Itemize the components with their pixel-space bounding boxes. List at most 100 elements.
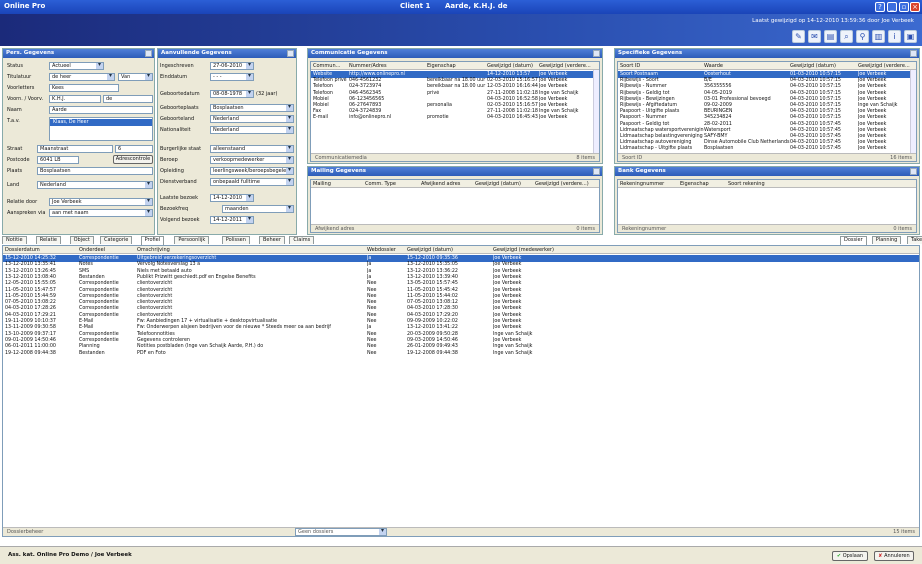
city-field[interactable]: Bosplaatsen (37, 167, 153, 175)
scrollbar[interactable] (910, 70, 916, 153)
tab-polissen[interactable]: Polissen (221, 236, 250, 244)
minimize-icon[interactable]: _ (887, 2, 897, 12)
nationality-select[interactable]: Nederland (210, 126, 294, 134)
search-icon[interactable]: ⌕ (840, 30, 853, 43)
pin-icon[interactable] (910, 168, 917, 175)
birthcountry-select[interactable]: Nederland (210, 115, 294, 123)
column-header[interactable]: Nummer/Adres (349, 63, 387, 69)
country-select[interactable]: Nederland (37, 181, 153, 189)
pin-icon[interactable] (145, 50, 152, 57)
tab-profiel[interactable]: Profiel (140, 236, 165, 245)
column-header[interactable]: Webdossier (367, 247, 396, 253)
addressed-select[interactable]: aan met naam (49, 209, 153, 217)
dossier-filter-select[interactable]: Geen dossiers (295, 528, 387, 536)
column-header[interactable]: Waarde (704, 63, 723, 69)
scrollbar[interactable] (593, 70, 599, 153)
firstname-field[interactable]: K.H.J. (49, 95, 101, 103)
postcode-field[interactable]: 6041 LB (37, 156, 79, 164)
column-header[interactable]: Gewijzigd (datum) (475, 181, 521, 187)
column-header[interactable]: Gewijzigd (medewerker) (493, 247, 554, 253)
folder-icon[interactable]: ▤ (824, 30, 837, 43)
address-check-button[interactable]: Adrescontrole (113, 155, 153, 164)
name-field[interactable]: Aarde (49, 106, 153, 114)
title-select[interactable]: de heer (49, 73, 115, 81)
column-header[interactable]: Gewijzigd (datum) (407, 247, 453, 253)
education-select[interactable]: leerlingsweek/beroepsbegeleidend (210, 167, 294, 175)
help-icon[interactable]: ? (875, 2, 885, 12)
bank-list[interactable]: Rekeningnummer Eigenschap Soort rekening R… (617, 179, 917, 233)
title-select-2[interactable]: Van (118, 73, 153, 81)
column-header[interactable]: Mailing (313, 181, 331, 187)
tab-dossier[interactable]: Dossier (840, 236, 867, 245)
close-icon[interactable]: × (910, 2, 920, 12)
book-icon[interactable]: ▥ (872, 30, 885, 43)
column-header[interactable]: Eigenschap (427, 63, 456, 69)
profession-select[interactable]: verkoopmedewerker (210, 156, 294, 164)
column-header[interactable]: Gewijzigd (datum) (790, 63, 836, 69)
tab-categorie[interactable]: Categorie (100, 236, 133, 244)
mail-icon[interactable]: ✉ (808, 30, 821, 43)
column-header[interactable]: Soort ID (620, 63, 640, 69)
table-row[interactable]: Lidmaatschap - Uitgifte plaats Bosplaatse… (618, 145, 916, 152)
column-header[interactable]: Commun... (313, 63, 340, 69)
cancel-button[interactable]: ✘ Annuleren (874, 551, 914, 561)
registered-label: Ingeschreven (160, 63, 194, 69)
frequency-select[interactable]: maanden (222, 205, 294, 213)
birthdate-field[interactable]: 08-08-1978 (210, 90, 254, 98)
column-header[interactable]: Comm. Type (365, 181, 396, 187)
mailing-list[interactable]: Mailing Comm. Type Afwijkend adres Gewijzig… (310, 179, 600, 233)
street-field[interactable]: Maanstraat (37, 145, 113, 153)
registered-field[interactable]: 27-06-2010 (210, 62, 254, 70)
house-number-field[interactable]: 6 (115, 145, 153, 153)
birthplace-select[interactable]: Bosplaatsen (210, 104, 294, 112)
bank-footer: Rekeningnummer 0 items (618, 224, 916, 232)
tav-field[interactable]: Klaas, De Heer (49, 117, 153, 141)
column-header[interactable]: Gewijzigd (datum) (487, 63, 533, 69)
specific-list[interactable]: Soort ID Waarde Gewijzigd (datum) Gewijzigd… (617, 61, 917, 162)
column-header[interactable]: Gewijzigd (verdere... (858, 63, 910, 69)
tab-planning[interactable]: Planning (871, 236, 902, 244)
pin-icon[interactable] (910, 50, 917, 57)
last-visit-field[interactable]: 14-12-2010 (210, 194, 254, 202)
tab-persoonlijk[interactable]: Persoonlijk (174, 236, 210, 244)
column-header[interactable]: Eigenschap (680, 181, 709, 187)
tab-taken[interactable]: Taken (907, 236, 922, 244)
dossier-list[interactable]: Dossierdatum Onderdeel Omschrijving Webdoss… (2, 245, 920, 537)
column-header[interactable]: Rekeningnummer (620, 181, 664, 187)
next-visit-field[interactable]: 14-12-2011 (210, 216, 254, 224)
tab-claims[interactable]: Claims (289, 236, 315, 244)
relation-select[interactable]: Joe Verbeek (49, 198, 153, 206)
column-header[interactable]: Gewijzigd (verdere...) (535, 181, 589, 187)
enddate-field[interactable]: - - - (210, 73, 254, 81)
tab-notitie[interactable]: Notitie (2, 236, 27, 244)
column-header[interactable]: Soort rekening (728, 181, 765, 187)
personal-panel: Pers. Gegevens Status Actueel Titulatuur… (2, 48, 155, 235)
prefix-field[interactable]: de (103, 95, 153, 103)
tab-object[interactable]: Object (69, 236, 94, 244)
column-header[interactable]: Onderdeel (79, 247, 105, 253)
pin-icon[interactable] (287, 50, 294, 57)
pin-icon[interactable] (593, 50, 600, 57)
save-button[interactable]: ✔ Opslaan (832, 551, 868, 561)
initials-field[interactable]: Kees (49, 84, 119, 92)
communication-list[interactable]: Commun... Nummer/Adres Eigenschap Gewijzigd… (310, 61, 600, 162)
tav-item[interactable]: Klaas, De Heer (50, 119, 152, 126)
column-header[interactable]: Afwijkend adres (421, 181, 460, 187)
info-icon[interactable]: i (888, 30, 901, 43)
status-select[interactable]: Actueel (49, 62, 104, 70)
table-row[interactable]: E-mail info@onlinepro.nl promotie 04-03-201… (311, 114, 599, 121)
column-header[interactable]: Dossierdatum (5, 247, 40, 253)
table-row[interactable]: 19-12-2008 09:44:38 Bestanden PDF en Foto N… (3, 350, 919, 357)
column-header[interactable]: Omschrijving (137, 247, 170, 253)
personal-panel-title: Pers. Gegevens (3, 49, 154, 58)
link-icon[interactable]: ⚲ (856, 30, 869, 43)
restore-icon[interactable]: ▫ (899, 2, 909, 12)
employment-select[interactable]: onbepaald fulltime (210, 178, 294, 186)
column-header[interactable]: Gewijzigd (verdere... (539, 63, 591, 69)
tools-icon[interactable]: ✎ (792, 30, 805, 43)
window-icon[interactable]: ▣ (904, 30, 917, 43)
tab-beheer[interactable]: Beheer (259, 236, 285, 244)
tab-relatie[interactable]: Relatie (35, 236, 62, 244)
pin-icon[interactable] (593, 168, 600, 175)
civil-status-select[interactable]: alleenstaand (210, 145, 294, 153)
